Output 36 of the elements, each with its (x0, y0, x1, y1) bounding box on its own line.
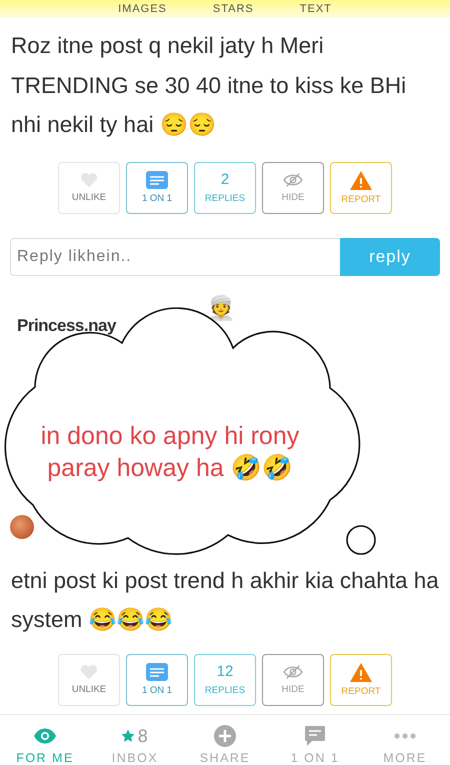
post-text: Roz itne post q nekil jaty h Meri TRENDING se 30 40 itne to kiss ke BHi nhi nekil ty hai 😔😔 (10, 32, 408, 139)
eye-slash-icon (282, 172, 304, 188)
top-tab[interactable]: STARS (212, 2, 254, 18)
comment-author[interactable]: Princess.nay (17, 316, 116, 336)
plus-icon (214, 725, 236, 747)
message-icon (146, 171, 168, 189)
hide-button[interactable]: HIDE (262, 162, 324, 214)
one-on-one-button[interactable]: 1 ON 1 (126, 162, 188, 214)
one-on-one-button[interactable]: 1 ON 1 (126, 654, 188, 706)
eye-slash-icon (282, 664, 304, 680)
unlike-button[interactable]: UNLIKE (58, 162, 120, 214)
report-button[interactable]: REPORT (330, 162, 392, 214)
eye-icon (33, 728, 57, 744)
heart-icon (80, 664, 98, 680)
inbox-count: 8 (138, 726, 150, 746)
message-icon (146, 663, 168, 681)
star-icon (120, 729, 135, 743)
hide-button[interactable]: HIDE (262, 654, 324, 706)
warning-icon (350, 662, 372, 682)
reply-button[interactable]: reply (340, 238, 440, 276)
emoji: 👳 (206, 294, 236, 322)
avatar[interactable] (10, 514, 34, 538)
warning-icon (350, 170, 372, 190)
chat-icon (304, 725, 326, 747)
unlike-button[interactable]: UNLIKE (58, 654, 120, 706)
top-tab[interactable]: IMAGES (118, 2, 167, 18)
circle-sticker (346, 525, 376, 555)
replies-button[interactable]: 12 REPLIES (194, 654, 256, 706)
post-text: etni post ki post trend h akhir kia chahta ha system 😂😂😂 (10, 566, 440, 634)
more-icon (394, 733, 416, 739)
heart-icon (80, 172, 98, 188)
sticker-text: in dono ko apny hi rony paray howay ha 🤣🤣 (40, 421, 300, 484)
reply-input-field[interactable]: Reply likhein.. (10, 238, 340, 276)
replies-button[interactable]: 2 REPLIES (194, 162, 256, 214)
top-tab[interactable]: TEXT (300, 2, 332, 18)
report-button[interactable]: REPORT (330, 654, 392, 706)
